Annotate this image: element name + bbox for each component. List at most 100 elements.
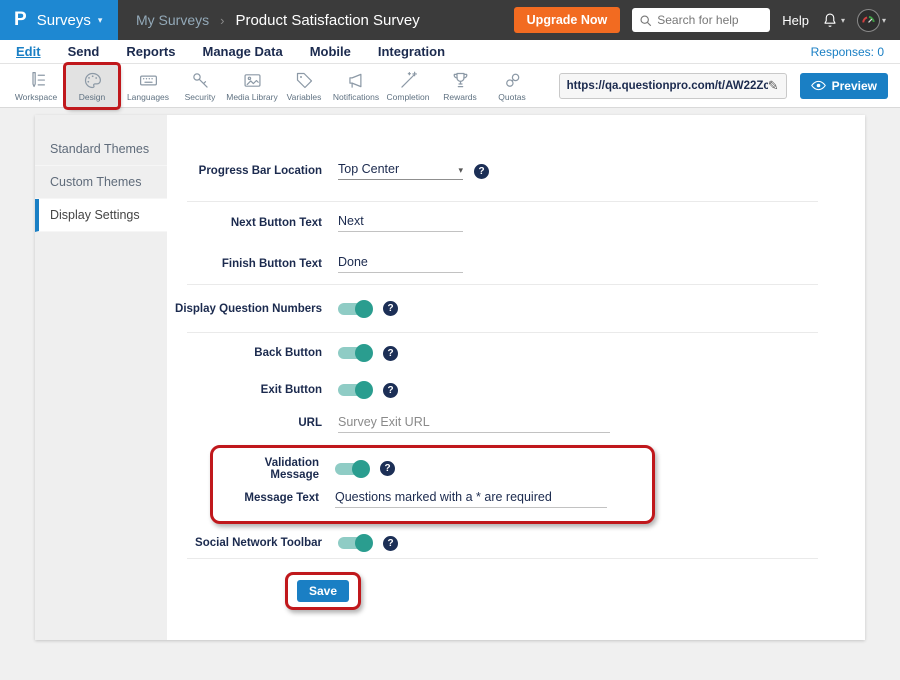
toolbar-notifications[interactable]: Notifications	[330, 65, 382, 107]
toolbar-design[interactable]: Design	[66, 65, 118, 107]
social-network-toolbar-toggle[interactable]	[338, 537, 372, 549]
display-question-numbers-toggle[interactable]	[338, 303, 372, 315]
save-area: Save	[167, 559, 865, 610]
sidebar-item-display-settings[interactable]: Display Settings	[35, 199, 167, 232]
next-button-text-input[interactable]	[338, 213, 463, 232]
survey-nav: Edit Send Reports Manage Data Mobile Int…	[0, 40, 900, 64]
magic-wand-icon	[398, 70, 419, 91]
exit-url-row: URL	[167, 407, 865, 439]
toolbar-quotas[interactable]: Quotas	[486, 65, 538, 107]
breadcrumb-my-surveys[interactable]: My Surveys	[136, 12, 209, 28]
notifications-bell[interactable]: ▾	[821, 11, 845, 29]
validation-annotation-box: Validation Message ? Message Text	[210, 445, 655, 524]
design-settings-card: Standard Themes Custom Themes Display Se…	[35, 115, 865, 640]
toolbar-workspace[interactable]: Workspace	[10, 65, 62, 107]
breadcrumb: My Surveys › Product Satisfaction Survey	[136, 12, 420, 29]
message-text-label: Message Text	[213, 492, 319, 504]
design-palette-icon	[82, 70, 103, 91]
save-button[interactable]: Save	[297, 580, 349, 602]
finish-button-text-input[interactable]	[338, 254, 463, 273]
nav-tab-edit[interactable]: Edit	[16, 44, 41, 59]
nav-tab-reports[interactable]: Reports	[126, 44, 175, 59]
breadcrumb-separator-icon: ›	[220, 13, 224, 28]
help-icon[interactable]: ?	[383, 346, 398, 361]
page-title: Product Satisfaction Survey	[235, 12, 419, 29]
upgrade-now-button[interactable]: Upgrade Now	[514, 7, 621, 33]
toolbar-languages[interactable]: Languages	[122, 65, 174, 107]
tag-icon	[294, 70, 315, 91]
exit-url-label: URL	[167, 417, 322, 429]
brand-menu[interactable]: P Surveys ▾	[0, 0, 118, 40]
responses-count[interactable]: Responses: 0	[811, 45, 900, 59]
help-icon[interactable]: ?	[380, 461, 395, 476]
toolbar-completion[interactable]: Completion	[382, 65, 434, 107]
display-question-numbers-label: Display Question Numbers	[167, 303, 322, 315]
image-icon	[242, 70, 263, 91]
back-button-label: Back Button	[167, 347, 322, 359]
chevron-down-icon: ▾	[98, 15, 103, 26]
toolbar-media-library[interactable]: Media Library	[226, 65, 278, 107]
back-button-row: Back Button ?	[167, 333, 865, 373]
nav-tab-mobile[interactable]: Mobile	[310, 44, 351, 59]
validation-message-row: Validation Message ?	[213, 453, 652, 484]
save-annotation-box: Save	[285, 572, 361, 610]
sidebar-item-custom-themes[interactable]: Custom Themes	[35, 166, 167, 199]
edit-url-icon[interactable]: ✎	[768, 78, 779, 94]
toolbar-rewards[interactable]: Rewards	[434, 65, 486, 107]
top-header: P Surveys ▾ My Surveys › Product Satisfa…	[0, 0, 900, 40]
help-icon[interactable]: ?	[474, 164, 489, 179]
back-button-toggle[interactable]	[338, 347, 372, 359]
help-icon[interactable]: ?	[383, 301, 398, 316]
edit-toolbar: Workspace Design Languages Security Medi…	[0, 64, 900, 108]
help-link[interactable]: Help	[782, 13, 809, 28]
social-network-toolbar-label: Social Network Toolbar	[167, 537, 322, 549]
chevron-down-icon: ▾	[841, 16, 845, 25]
links-icon	[502, 70, 523, 91]
sidebar-item-standard-themes[interactable]: Standard Themes	[35, 133, 167, 166]
progress-bar-location-row: Progress Bar Location Top Center ▾ ?	[167, 115, 865, 201]
help-search-box[interactable]	[632, 8, 770, 32]
keyboard-icon	[138, 70, 159, 91]
key-icon	[190, 70, 211, 91]
progress-bar-location-select[interactable]: Top Center ▾	[338, 162, 463, 180]
exit-button-row: Exit Button ?	[167, 373, 865, 407]
display-question-numbers-row: Display Question Numbers ?	[167, 285, 865, 332]
nav-tab-send[interactable]: Send	[68, 44, 100, 59]
exit-url-input[interactable]	[338, 414, 610, 433]
search-icon	[639, 14, 652, 27]
finish-button-text-label: Finish Button Text	[167, 258, 322, 270]
eye-icon	[811, 80, 826, 91]
avatar	[857, 9, 880, 32]
survey-url-field[interactable]: https://qa.questionpro.com/t/AW22Zcq2J ✎	[559, 73, 787, 99]
workspace-icon	[26, 70, 47, 91]
help-icon[interactable]: ?	[383, 383, 398, 398]
chevron-down-icon: ▾	[882, 16, 886, 25]
preview-button[interactable]: Preview	[800, 73, 888, 99]
progress-bar-location-label: Progress Bar Location	[167, 165, 322, 177]
social-network-toolbar-row: Social Network Toolbar ?	[167, 528, 865, 558]
exit-button-toggle[interactable]	[338, 384, 372, 396]
nav-tab-manage-data[interactable]: Manage Data	[202, 44, 282, 59]
message-text-input[interactable]	[335, 489, 607, 508]
nav-tab-integration[interactable]: Integration	[378, 44, 445, 59]
exit-button-label: Exit Button	[167, 384, 322, 396]
survey-url-text: https://qa.questionpro.com/t/AW22Zcq2J	[567, 80, 768, 92]
account-menu[interactable]: ▾	[857, 9, 886, 32]
validation-message-toggle[interactable]	[335, 463, 369, 475]
help-search-input[interactable]	[657, 13, 762, 27]
bell-icon	[821, 11, 839, 29]
next-button-text-label: Next Button Text	[167, 217, 322, 229]
validation-message-label: Validation Message	[213, 457, 319, 481]
help-icon[interactable]: ?	[383, 536, 398, 551]
product-menu-label: Surveys	[37, 12, 91, 29]
finish-button-text-row: Finish Button Text	[167, 243, 865, 284]
message-text-row: Message Text	[213, 484, 652, 512]
next-button-text-row: Next Button Text	[167, 202, 865, 243]
questionpro-logo-icon: P	[14, 9, 27, 31]
toolbar-security[interactable]: Security	[174, 65, 226, 107]
display-settings-form: Progress Bar Location Top Center ▾ ? Nex…	[167, 115, 865, 640]
chevron-down-icon: ▾	[458, 165, 463, 176]
trophy-icon	[450, 70, 471, 91]
megaphone-icon	[346, 70, 367, 91]
toolbar-variables[interactable]: Variables	[278, 65, 330, 107]
